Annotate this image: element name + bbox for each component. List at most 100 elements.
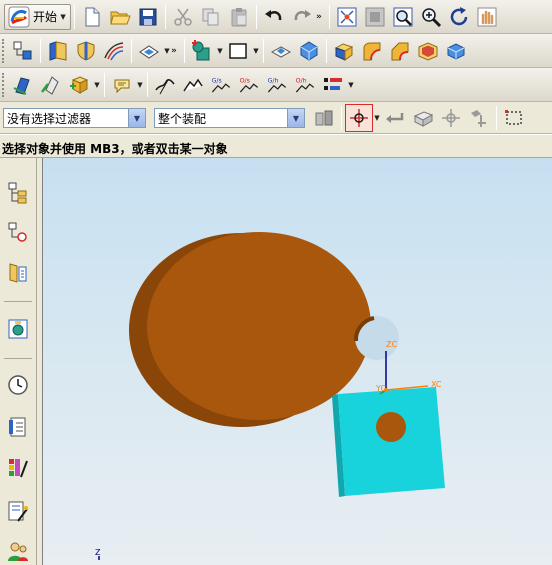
annotation-note-button[interactable] xyxy=(108,71,136,99)
pan-view-button[interactable] xyxy=(473,3,501,31)
toolbar-overflow-chevron[interactable]: » xyxy=(171,46,181,55)
shield-display-button[interactable] xyxy=(72,37,100,65)
face-select-icon xyxy=(413,111,434,127)
selection-tools-group: ▼ xyxy=(310,104,528,132)
process-wizard-icon xyxy=(8,501,28,522)
constraint-navigator-tab[interactable] xyxy=(4,218,32,248)
history-tab[interactable] xyxy=(4,370,32,400)
block-button[interactable] xyxy=(330,37,358,65)
chevron-down-icon[interactable]: ▼ xyxy=(136,81,144,89)
toolbar-overflow-chevron[interactable]: » xyxy=(316,12,326,21)
separator xyxy=(4,358,32,359)
fit-view-button[interactable] xyxy=(333,3,361,31)
abs-z-label: Z xyxy=(95,548,101,557)
rectangle-select-button[interactable] xyxy=(500,104,528,132)
trim-body-button[interactable] xyxy=(442,37,470,65)
insert-point-button[interactable] xyxy=(188,37,216,65)
drafting-toolbar: ▼ ▼ G/s O/s G/h O/h ▼ xyxy=(0,68,552,102)
assembly-filter-button[interactable] xyxy=(310,104,338,132)
chevron-down-icon[interactable]: ▼ xyxy=(93,81,101,89)
undo-selection-button[interactable] xyxy=(381,104,409,132)
rotate-view-button[interactable] xyxy=(445,3,473,31)
gh-button[interactable]: G/h xyxy=(263,71,291,99)
chevron-down-icon: ▼ xyxy=(128,109,145,127)
edge-blend-button[interactable] xyxy=(358,37,386,65)
assembly-constraint-icon xyxy=(13,76,30,95)
chevron-down-icon[interactable]: ▼ xyxy=(373,114,381,122)
zoom-box-button[interactable] xyxy=(389,3,417,31)
cut-button[interactable] xyxy=(169,3,197,31)
new-file-button[interactable] xyxy=(78,3,106,31)
start-menu-button[interactable]: 开始 ▼ xyxy=(4,3,72,30)
chamfer-button[interactable] xyxy=(386,37,414,65)
undo-button[interactable] xyxy=(260,3,288,31)
sketch-rectangle-button[interactable] xyxy=(224,37,252,65)
return-arrow-icon xyxy=(386,113,404,123)
type-filter-dropdown[interactable]: 没有选择过滤器 ▼ xyxy=(3,108,146,128)
separator xyxy=(74,4,76,29)
selection-scope-dropdown[interactable]: 整个装配 ▼ xyxy=(154,108,305,128)
oh-button[interactable]: O/h xyxy=(291,71,319,99)
layer-settings-button[interactable] xyxy=(44,37,72,65)
copy-button[interactable] xyxy=(197,3,225,31)
separator xyxy=(263,38,264,63)
feature-control-button[interactable] xyxy=(319,71,347,99)
model-scene: ZC YC XC Z xyxy=(95,232,445,560)
redo-button[interactable] xyxy=(288,3,316,31)
snap-point-button[interactable] xyxy=(345,104,373,132)
os-button[interactable]: O/s xyxy=(235,71,263,99)
clock-icon xyxy=(8,375,28,395)
revolve-button[interactable] xyxy=(295,37,323,65)
assembly-navigator-tab[interactable] xyxy=(4,178,32,208)
point-cube-icon xyxy=(192,39,210,60)
start-label: 开始 xyxy=(33,10,58,24)
process-studio-tab[interactable] xyxy=(4,496,32,526)
chevron-down-icon[interactable]: ▼ xyxy=(163,47,171,55)
reuse-library-tab[interactable] xyxy=(4,314,32,344)
add-component-button[interactable] xyxy=(65,71,93,99)
open-file-button[interactable] xyxy=(106,3,134,31)
toolbar-grip[interactable] xyxy=(2,72,6,97)
chevron-down-icon[interactable]: ▼ xyxy=(252,47,260,55)
extrude-button[interactable] xyxy=(267,37,295,65)
graphics-window[interactable]: ZC YC XC Z xyxy=(43,158,552,565)
open-folder-icon xyxy=(110,11,131,24)
shield-icon xyxy=(77,40,95,61)
reposition-component-button[interactable] xyxy=(37,71,65,99)
toolbar-grip[interactable] xyxy=(2,38,6,63)
save-button[interactable] xyxy=(134,3,162,31)
render-style-button[interactable] xyxy=(135,37,163,65)
selection-scope-value: 整个装配 xyxy=(158,111,207,126)
block-icon xyxy=(334,42,354,61)
zoom-window-button[interactable] xyxy=(361,3,389,31)
visualization-tab[interactable] xyxy=(4,454,32,484)
zoom-in-out-button[interactable] xyxy=(417,3,445,31)
gs-button[interactable]: G/s xyxy=(207,71,235,99)
surface-symbol-button[interactable] xyxy=(179,71,207,99)
gs-tolerance-icon: G/s xyxy=(212,77,231,92)
separator xyxy=(40,38,41,63)
separator xyxy=(165,4,167,29)
surface-finish-button[interactable] xyxy=(151,71,179,99)
face-select-button[interactable] xyxy=(409,104,437,132)
component-tools-button[interactable] xyxy=(465,104,493,132)
snap-options-button[interactable] xyxy=(437,104,465,132)
fit-view-icon xyxy=(337,7,357,26)
assembly-constraints-button[interactable] xyxy=(9,71,37,99)
wcs-x-label: XC xyxy=(431,380,442,389)
part-navigator-tab[interactable] xyxy=(4,258,32,288)
roles-tab[interactable] xyxy=(4,536,32,565)
system-materials-tab[interactable] xyxy=(4,412,32,442)
surface-analysis-button[interactable] xyxy=(100,37,128,65)
shell-button[interactable] xyxy=(414,37,442,65)
chevron-down-icon[interactable]: ▼ xyxy=(347,81,355,89)
assembly-navigator-button[interactable] xyxy=(9,37,37,65)
constraint-navigator-icon xyxy=(8,222,27,242)
paste-button[interactable] xyxy=(225,3,253,31)
chevron-down-icon: ▼ xyxy=(60,12,66,21)
square-block-part[interactable] xyxy=(332,387,445,497)
type-filter-value: 没有选择过滤器 xyxy=(7,111,92,126)
disc-front-face xyxy=(147,232,371,420)
chevron-down-icon[interactable]: ▼ xyxy=(216,47,224,55)
wcs-triad[interactable]: ZC YC XC xyxy=(375,340,442,395)
